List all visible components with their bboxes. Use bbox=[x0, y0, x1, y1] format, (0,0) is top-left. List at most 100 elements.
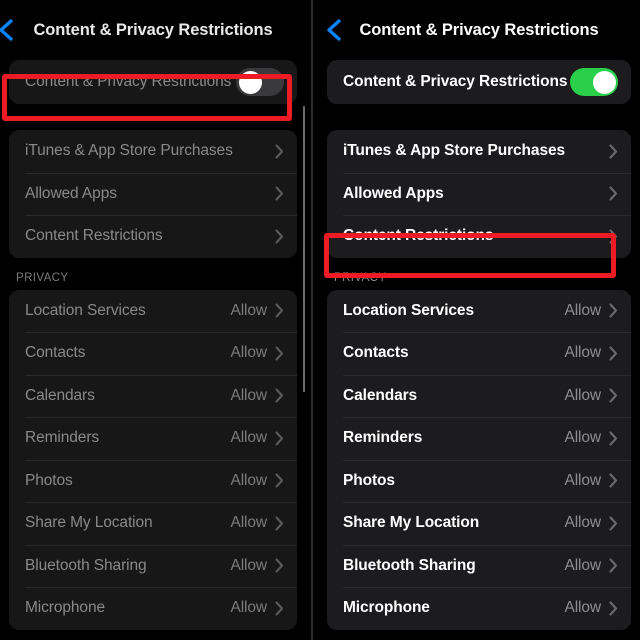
chevron-right-icon bbox=[609, 516, 618, 531]
chevron-right-icon bbox=[609, 186, 618, 201]
row-label: Microphone bbox=[25, 599, 105, 617]
row-value: Allow bbox=[564, 599, 601, 617]
toggle-label-left: Content & Privacy Restrictions bbox=[25, 73, 232, 90]
row-photos-right[interactable]: Photos Allow bbox=[327, 459, 631, 503]
row-label: Bluetooth Sharing bbox=[343, 556, 476, 574]
row-value: Allow bbox=[564, 301, 601, 319]
chevron-right-icon bbox=[609, 558, 618, 573]
row-calendars-right[interactable]: Calendars Allow bbox=[327, 374, 631, 418]
row-label: Contacts bbox=[343, 344, 409, 362]
dual-panel-comparison-screenshot: Content & Privacy Restrictions Content &… bbox=[0, 0, 640, 640]
row-value: Allow bbox=[230, 386, 267, 404]
chevron-right-icon bbox=[275, 473, 284, 488]
row-label: Photos bbox=[343, 471, 395, 489]
chevron-right-icon bbox=[275, 388, 284, 403]
navigation-bar-right: Content & Privacy Restrictions bbox=[318, 0, 640, 60]
row-reminders-left[interactable]: Reminders Allow bbox=[9, 417, 297, 460]
content-privacy-restrictions-toggle-row-right[interactable]: Content & Privacy Restrictions bbox=[327, 60, 631, 104]
settings-panel-right-enabled: Content & Privacy Restrictions Content &… bbox=[318, 0, 640, 640]
row-share-my-location-left[interactable]: Share My Location Allow bbox=[9, 502, 297, 545]
row-bluetooth-sharing-right[interactable]: Bluetooth Sharing Allow bbox=[327, 544, 631, 588]
row-label: Microphone bbox=[343, 599, 430, 617]
restrictions-card-right: iTunes & App Store Purchases Allowed App… bbox=[327, 130, 631, 258]
vertical-scrollbar-left[interactable] bbox=[303, 106, 305, 392]
toggle-card-right: Content & Privacy Restrictions bbox=[327, 60, 631, 104]
row-value: Allow bbox=[230, 556, 267, 574]
row-label: Share My Location bbox=[343, 514, 480, 532]
privacy-card-right: Location Services Allow Contacts Allow C… bbox=[327, 289, 631, 630]
chevron-right-icon bbox=[609, 388, 618, 403]
row-label: Calendars bbox=[343, 386, 418, 404]
row-content-restrictions-left[interactable]: Content Restrictions bbox=[9, 215, 297, 258]
row-itunes-app-store-purchases-left[interactable]: iTunes & App Store Purchases bbox=[9, 130, 297, 173]
row-contacts-right[interactable]: Contacts Allow bbox=[327, 332, 631, 375]
content-privacy-restrictions-toggle-row-left[interactable]: Content & Privacy Restrictions bbox=[9, 60, 297, 104]
chevron-right-icon bbox=[609, 303, 618, 318]
row-photos-left[interactable]: Photos Allow bbox=[9, 459, 297, 503]
toggle-card-left: Content & Privacy Restrictions bbox=[9, 60, 297, 104]
row-value: Allow bbox=[564, 556, 601, 574]
chevron-right-icon bbox=[275, 516, 284, 531]
row-value: Allow bbox=[230, 429, 267, 447]
chevron-right-icon bbox=[275, 229, 284, 244]
chevron-right-icon bbox=[275, 601, 284, 616]
chevron-right-icon bbox=[275, 346, 284, 361]
row-microphone-right[interactable]: Microphone Allow bbox=[327, 587, 631, 630]
privacy-card-left: Location Services Allow Contacts Allow C… bbox=[9, 289, 297, 630]
row-label: Bluetooth Sharing bbox=[25, 556, 147, 574]
row-allowed-apps-right[interactable]: Allowed Apps bbox=[327, 172, 631, 216]
row-value: Allow bbox=[230, 344, 267, 362]
row-label: Location Services bbox=[343, 301, 474, 319]
row-label: Content Restrictions bbox=[343, 227, 494, 245]
chevron-right-icon bbox=[609, 144, 618, 159]
row-value: Allow bbox=[564, 429, 601, 447]
navigation-bar-left: Content & Privacy Restrictions bbox=[0, 0, 306, 60]
chevron-right-icon bbox=[609, 431, 618, 446]
row-value: Allow bbox=[564, 471, 601, 489]
row-label: Reminders bbox=[343, 429, 423, 447]
toggle-label-right: Content & Privacy Restrictions bbox=[343, 73, 568, 90]
row-bluetooth-sharing-left[interactable]: Bluetooth Sharing Allow bbox=[9, 544, 297, 588]
row-location-services-left[interactable]: Location Services Allow bbox=[9, 290, 297, 333]
chevron-right-icon bbox=[275, 144, 284, 159]
toggle-knob-left bbox=[238, 70, 262, 94]
page-title-left: Content & Privacy Restrictions bbox=[33, 20, 273, 39]
chevron-right-icon bbox=[609, 473, 618, 488]
toggle-switch-on-icon-right[interactable] bbox=[570, 68, 618, 96]
row-value: Allow bbox=[230, 514, 267, 532]
row-label: Location Services bbox=[25, 301, 146, 319]
row-itunes-app-store-purchases-right[interactable]: iTunes & App Store Purchases bbox=[327, 130, 631, 173]
row-label: Allowed Apps bbox=[343, 184, 444, 202]
panel-divider bbox=[311, 0, 313, 640]
chevron-right-icon bbox=[609, 601, 618, 616]
row-microphone-left[interactable]: Microphone Allow bbox=[9, 587, 297, 630]
row-label: Allowed Apps bbox=[25, 184, 117, 202]
row-value: Allow bbox=[230, 301, 267, 319]
toggle-switch-off-icon-left[interactable] bbox=[236, 68, 284, 96]
toggle-knob-right bbox=[592, 70, 616, 94]
row-calendars-left[interactable]: Calendars Allow bbox=[9, 374, 297, 418]
row-value: Allow bbox=[230, 599, 267, 617]
row-label: Contacts bbox=[25, 344, 86, 362]
row-label: Reminders bbox=[25, 429, 100, 447]
row-allowed-apps-left[interactable]: Allowed Apps bbox=[9, 172, 297, 216]
row-location-services-right[interactable]: Location Services Allow bbox=[327, 290, 631, 333]
chevron-right-icon bbox=[275, 303, 284, 318]
row-label: Calendars bbox=[25, 386, 95, 404]
row-value: Allow bbox=[230, 471, 267, 489]
row-contacts-left[interactable]: Contacts Allow bbox=[9, 332, 297, 375]
row-label: iTunes & App Store Purchases bbox=[343, 142, 566, 160]
chevron-right-icon bbox=[275, 186, 284, 201]
row-label: Share My Location bbox=[25, 514, 153, 532]
row-value: Allow bbox=[564, 344, 601, 362]
page-title-right: Content & Privacy Restrictions bbox=[359, 20, 599, 39]
privacy-section-header-right: PRIVACY bbox=[334, 271, 387, 284]
row-share-my-location-right[interactable]: Share My Location Allow bbox=[327, 502, 631, 545]
row-reminders-right[interactable]: Reminders Allow bbox=[327, 417, 631, 460]
row-content-restrictions-right[interactable]: Content Restrictions bbox=[327, 215, 631, 258]
chevron-right-icon bbox=[609, 346, 618, 361]
row-label: Photos bbox=[25, 471, 73, 489]
row-value: Allow bbox=[564, 386, 601, 404]
row-label: iTunes & App Store Purchases bbox=[25, 142, 233, 160]
chevron-right-icon bbox=[275, 431, 284, 446]
